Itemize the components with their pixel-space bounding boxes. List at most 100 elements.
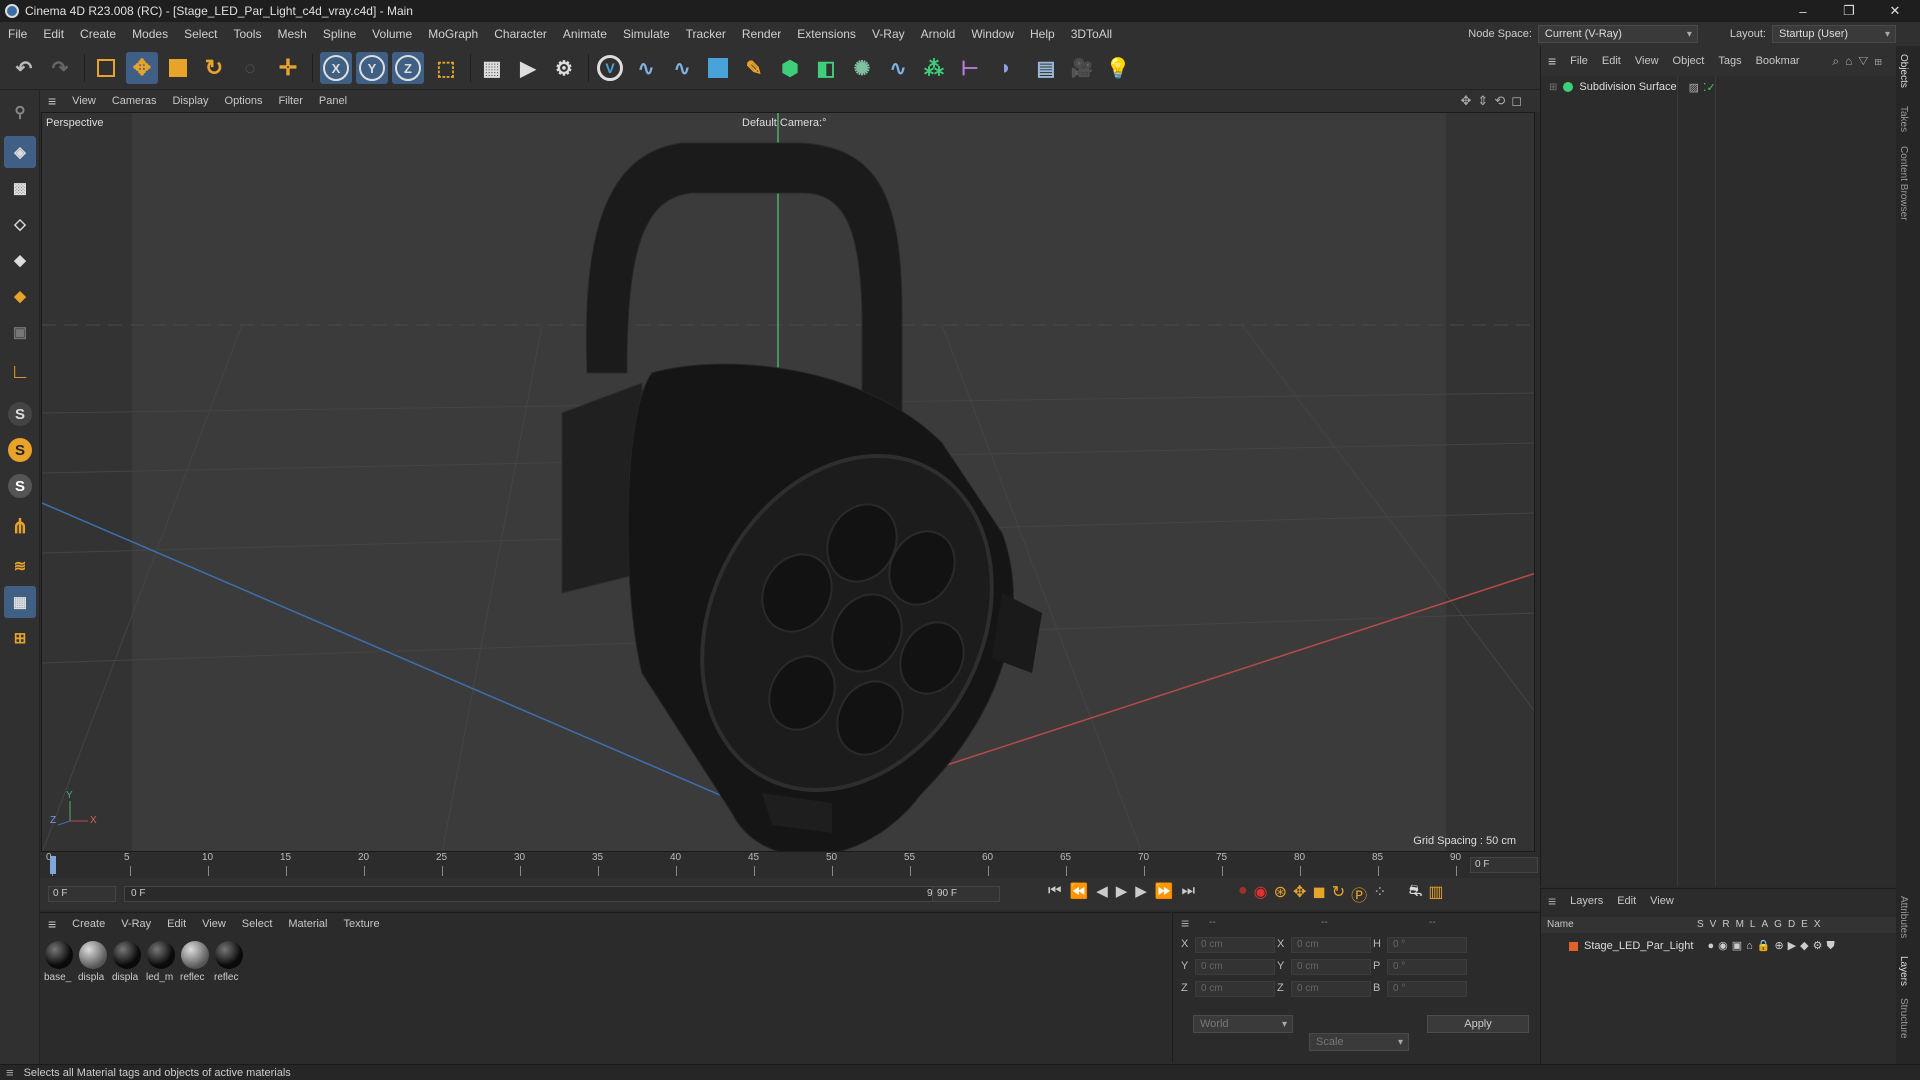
undo-button[interactable]: ↶ [8,52,40,84]
grid-button[interactable]: ▦ [4,586,36,618]
snap-button-2[interactable]: S [4,434,36,466]
object-hamburger-icon[interactable]: ≡ [1541,53,1563,69]
rotate-tool-button[interactable]: ↻ [198,52,230,84]
side-tab-objects[interactable]: Objects [1898,54,1909,88]
brush-button[interactable]: ⋔ [4,510,36,542]
menu-vray[interactable]: V-Ray [864,27,913,41]
add-object-button[interactable]: ✛ [272,52,304,84]
uv-mode-button[interactable]: ▣ [4,316,36,348]
layer-menu-edit[interactable]: Edit [1610,895,1643,907]
prev-frame-icon[interactable]: ◀ [1096,882,1108,900]
material-menu-select[interactable]: Select [234,918,281,930]
coord-value-field[interactable]: 0 ° [1387,937,1467,953]
material-item[interactable]: reflec [180,941,210,987]
material-menu-edit[interactable]: Edit [159,918,194,930]
menu-mograph[interactable]: MoGraph [420,27,486,41]
play-icon[interactable]: ▶ [1116,882,1128,900]
key-scale-icon[interactable]: ◼ [1312,882,1325,906]
menu-file[interactable]: File [0,27,35,41]
layer-menu-layers[interactable]: Layers [1563,895,1610,907]
object-toolbar-icons[interactable]: ⌕⌂▽⊞ [1832,54,1888,69]
object-menu-bookmarks[interactable]: Bookmar [1749,55,1807,67]
goto-end-icon[interactable]: ⏭ [1182,882,1196,900]
auto-key-icon[interactable]: ◉ [1254,882,1268,906]
material-hamburger-icon[interactable]: ≡ [40,916,64,932]
coord-value-field[interactable]: 0 cm [1195,937,1275,953]
key-selection-icon[interactable]: ⊛ [1274,882,1287,906]
minimize-button[interactable]: – [1780,0,1826,22]
symmetry-button[interactable]: ⊢ [954,52,986,84]
z-axis-lock-button[interactable]: Z [392,52,424,84]
coord-value-field[interactable]: 0 cm [1291,981,1371,997]
coord-value-field[interactable]: 0 cm [1195,959,1275,975]
menu-mesh[interactable]: Mesh [269,27,314,41]
next-key-icon[interactable]: ⏩ [1155,882,1174,900]
viewport-hamburger-icon[interactable]: ≡ [40,93,64,109]
viewport-menu-filter[interactable]: Filter [270,95,310,107]
timeline-ruler[interactable]: 0 5 10 15 20 25 30 35 40 45 50 55 60 65 70 75 80 85 90 0 F [40,852,1540,878]
material-menu-material[interactable]: Material [280,918,335,930]
key-position-icon[interactable]: ✥ [1293,882,1306,906]
3d-viewport[interactable]: Perspective Default Camera :° Grid Spaci… [41,112,1535,852]
menu-volume[interactable]: Volume [364,27,420,41]
layer-toggle-icons[interactable]: ●◉▣⌂🔒⊕▶◆⚙⛊ [1707,939,1838,953]
coordinate-system-button[interactable]: ⬚ [430,52,462,84]
cloner-button[interactable]: ✺ [846,52,878,84]
y-axis-lock-button[interactable]: Y [356,52,388,84]
layout-dropdown[interactable]: Startup (User) [1772,25,1896,43]
menu-spline[interactable]: Spline [315,27,364,41]
coord-value-field[interactable]: 0 cm [1195,981,1275,997]
range-slider[interactable]: 0 F 90 F [124,886,956,902]
deformer-button[interactable]: ◗ [990,52,1022,84]
next-frame-icon[interactable]: ▶ [1135,882,1147,900]
side-tab-content-browser[interactable]: Content Browser [1898,146,1909,220]
x-axis-lock-button[interactable]: X [320,52,352,84]
menu-3dtoall[interactable]: 3DToAll [1063,27,1120,41]
playhead[interactable] [50,856,56,874]
axis-mode-button[interactable]: ∟ [4,356,36,388]
object-menu-object[interactable]: Object [1666,55,1712,67]
key-parameter-icon[interactable]: Ⓟ [1351,882,1367,906]
expand-icon[interactable]: ⊞ [1549,82,1557,93]
end-frame-field[interactable]: 90 F [932,886,1000,902]
prev-key-icon[interactable]: ⏪ [1070,882,1089,900]
python-button-1[interactable]: ∿ [630,52,662,84]
live-select-button[interactable]: ◌ [234,52,266,84]
points-mode-button[interactable]: ◇ [4,208,36,240]
viewport-menu-display[interactable]: Display [164,95,216,107]
layer-hamburger-icon[interactable]: ≡ [1541,893,1563,909]
coord-value-field[interactable]: 0 cm [1291,937,1371,953]
key-rotation-icon[interactable]: ↻ [1332,882,1345,906]
side-tab-takes[interactable]: Takes [1898,106,1909,132]
coord-mode-dropdown[interactable]: World [1193,1015,1293,1033]
start-frame-field[interactable]: 0 F [48,886,116,902]
render-settings-button[interactable]: ⚙ [548,52,580,84]
coord-scale-dropdown[interactable]: Scale [1309,1033,1409,1051]
move-tool-button[interactable]: ✥ [126,52,158,84]
material-menu-vray[interactable]: V-Ray [113,918,159,930]
close-button[interactable]: ✕ [1872,0,1918,22]
menu-select[interactable]: Select [176,27,225,41]
material-item[interactable]: led_m [146,941,176,987]
record-icon[interactable]: ● [1238,882,1248,906]
menu-simulate[interactable]: Simulate [615,27,678,41]
layer-color-swatch[interactable] [1569,941,1578,951]
python-button-2[interactable]: ∿ [666,52,698,84]
python-button-3[interactable]: ∿ [882,52,914,84]
menu-tracker[interactable]: Tracker [678,27,734,41]
coord-value-field[interactable]: 0 cm [1291,959,1371,975]
menu-arnold[interactable]: Arnold [913,27,964,41]
side-tab-structure[interactable]: Structure [1898,998,1909,1039]
side-tab-attributes[interactable]: Attributes [1898,896,1909,938]
render-picture-viewer-button[interactable]: ▶ [512,52,544,84]
viewport-menu-view[interactable]: View [64,95,104,107]
select-tool-button[interactable] [90,52,122,84]
motion-icon[interactable]: ⛐ [1409,882,1423,906]
menu-edit[interactable]: Edit [35,27,72,41]
vray-button[interactable]: V [594,52,626,84]
object-enabled-check-icon[interactable]: ⁚✓ [1703,81,1716,94]
extrude-button[interactable]: ◧ [810,52,842,84]
goto-start-icon[interactable]: ⏮ [1048,882,1062,900]
menu-render[interactable]: Render [734,27,789,41]
menu-animate[interactable]: Animate [555,27,615,41]
